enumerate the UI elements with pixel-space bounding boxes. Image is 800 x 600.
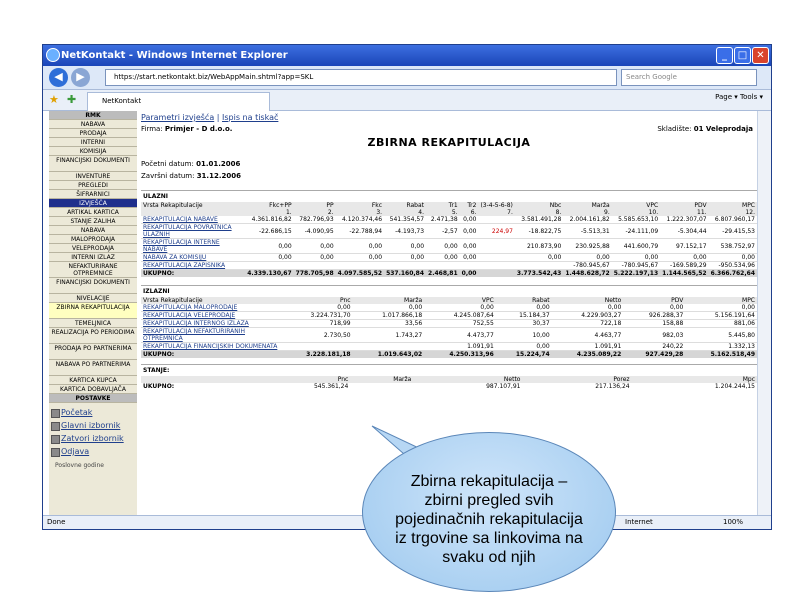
callout-line: pojedinačnih rekapitulacija	[395, 511, 583, 528]
callout-line: zbirni pregled svih	[424, 492, 554, 509]
callout-line: Zbirna rekapitulacija –	[410, 473, 568, 490]
callout-line: iz trgovine sa linkovima na	[395, 530, 583, 547]
callout-line: svaku od njih	[442, 549, 536, 566]
callout-text: Zbirna rekapitulacija – zbirni pregled s…	[362, 472, 616, 567]
